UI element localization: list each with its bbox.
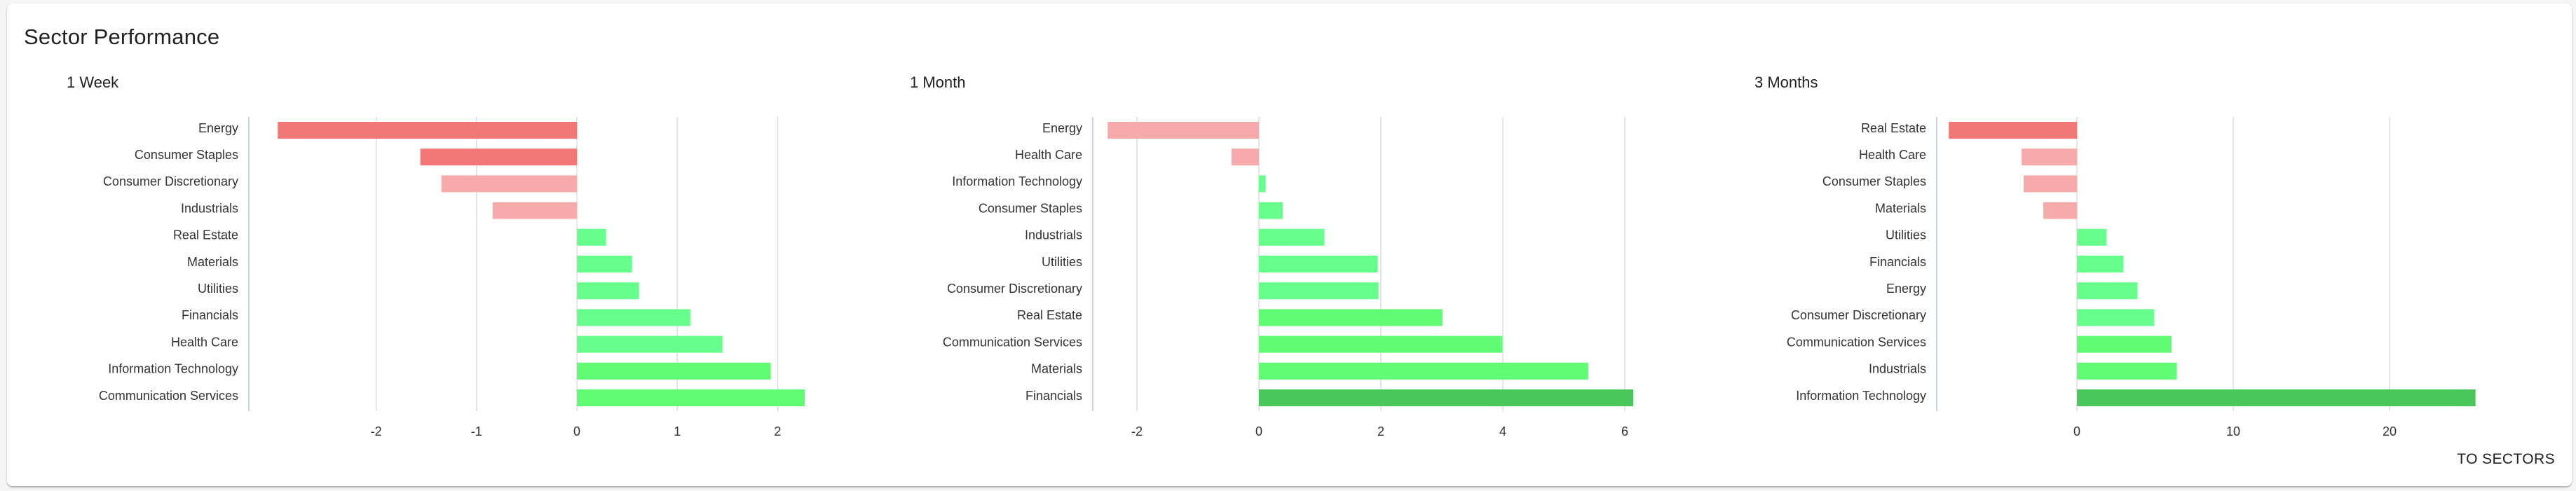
category-label: Utilities: [1886, 228, 1926, 242]
bar-consumer-discretionary[interactable]: [2077, 309, 2154, 326]
bar-utilities[interactable]: [2077, 228, 2106, 246]
category-label: Industrials: [1869, 362, 1926, 376]
category-label: Materials: [1875, 201, 1926, 215]
bar-real-estate[interactable]: [1949, 122, 2077, 139]
category-label: Real Estate: [1861, 121, 1926, 135]
bar-communication-services[interactable]: [2077, 336, 2172, 353]
to-sectors-button[interactable]: TO SECTORS: [2457, 447, 2555, 472]
tick-label: 10: [2226, 424, 2240, 438]
bar-energy[interactable]: [2077, 282, 2138, 300]
bar-industrials[interactable]: [2077, 362, 2177, 380]
category-label: Communication Services: [1787, 335, 1926, 349]
bar-health-care[interactable]: [2022, 148, 2077, 166]
bar-materials[interactable]: [2043, 202, 2077, 219]
tick-label: 0: [2073, 424, 2080, 438]
category-label: Energy: [1886, 282, 1926, 296]
category-label: Health Care: [1859, 148, 1926, 162]
sector-performance-card: Sector Performance 1 Week -2 -1 0 1 2 Energy C…: [7, 4, 2572, 486]
bar-chart-3-months: 0 10 20 Real Estate Health Care Consumer Stap…: [1787, 117, 2476, 438]
category-label: Consumer Staples: [1822, 174, 1926, 188]
category-label: Information Technology: [1796, 389, 1926, 403]
bar-information-technology[interactable]: [2077, 389, 2476, 406]
category-label: Consumer Discretionary: [1791, 308, 1926, 322]
bar-consumer-staples[interactable]: [2023, 175, 2077, 193]
bar-financials[interactable]: [2077, 256, 2124, 272]
chart-panel-3-months: 3 Months 0 10 20 Real Estate Health Care Cons…: [7, 4, 2572, 486]
tick-label: 20: [2383, 424, 2397, 438]
category-label: Financials: [1869, 255, 1926, 269]
